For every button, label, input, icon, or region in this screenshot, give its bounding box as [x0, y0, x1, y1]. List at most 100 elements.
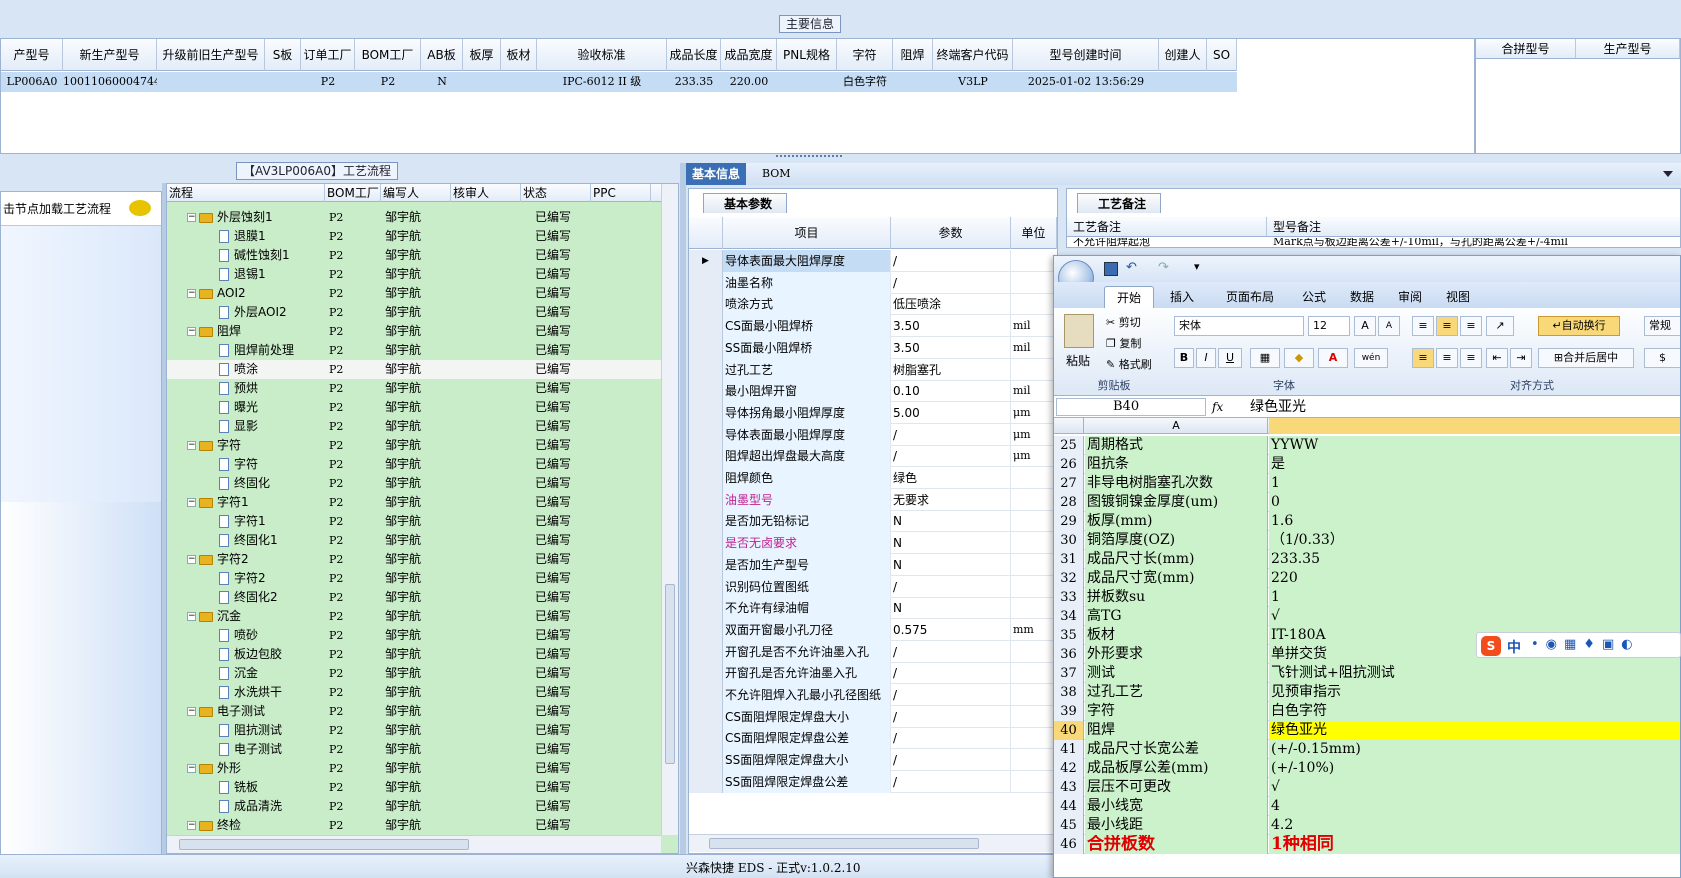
cut-button[interactable]: ✂ 剪切: [1106, 314, 1141, 330]
main-cell[interactable]: [463, 72, 501, 92]
param-value-cell[interactable]: /: [891, 684, 1011, 706]
main-cell[interactable]: 233.35: [667, 72, 721, 92]
align-bottom-icon[interactable]: ≡: [1460, 316, 1482, 336]
param-unit-cell[interactable]: [1011, 510, 1057, 532]
fill-color-icon[interactable]: ◆: [1284, 348, 1314, 368]
flow-node[interactable]: 曝光: [219, 398, 258, 417]
main-col-header[interactable]: 字符: [837, 39, 893, 71]
cell-b[interactable]: 是: [1269, 455, 1680, 474]
cell-b[interactable]: （1/0.33）: [1269, 531, 1680, 550]
main-cell[interactable]: [1159, 72, 1207, 92]
row-number[interactable]: 28: [1054, 493, 1084, 512]
flow-node[interactable]: 终固化2: [219, 588, 278, 607]
main-col-header[interactable]: 成品长度: [667, 39, 721, 71]
main-cell[interactable]: P2: [355, 72, 421, 92]
collapse-icon[interactable]: −: [187, 289, 196, 298]
param-value-cell[interactable]: /: [891, 423, 1011, 446]
cell-a[interactable]: 拼板数su: [1085, 588, 1268, 607]
param-unit-cell[interactable]: [1011, 576, 1057, 598]
flow-tree-grid[interactable]: 流程 BOM工厂 编写人 核审人 状态 PPC − 外层蚀刻1 P2 邹宇航 已编写 退膜1 P2 邹宇…: [166, 183, 679, 854]
param-item-cell[interactable]: 识别码位置图纸: [723, 575, 891, 598]
redo-icon[interactable]: ↷: [1158, 260, 1169, 275]
param-row[interactable]: 开窗孔是否不允许油墨入孔 /: [689, 640, 1057, 663]
ribbon-tab[interactable]: 审阅: [1386, 286, 1434, 308]
param-row[interactable]: 不允许阻焊入孔最小孔径图纸 /: [689, 684, 1057, 706]
underline-icon[interactable]: U: [1218, 348, 1242, 368]
main-cell[interactable]: V3LP: [933, 72, 1013, 92]
params-hscroll-thumb[interactable]: [709, 838, 979, 849]
flow-tree-row[interactable]: 成品清洗 P2 邹宇航 已编写: [167, 797, 661, 816]
flow-tree-row[interactable]: 显影 P2 邹宇航 已编写: [167, 417, 661, 436]
cell-b[interactable]: 220: [1269, 569, 1680, 588]
subtab-basic-params[interactable]: 基本参数: [703, 193, 788, 213]
param-row[interactable]: CS面阻焊限定焊盘大小 /: [689, 705, 1057, 728]
sheet-row[interactable]: 27 非导电树脂塞孔次数 1: [1054, 474, 1680, 493]
flow-tree-row[interactable]: 喷涂 P2 邹宇航 已编写: [167, 360, 661, 379]
collapse-icon[interactable]: −: [187, 498, 196, 507]
main-col-header[interactable]: 创建人: [1159, 39, 1207, 71]
flow-node[interactable]: 预烘: [219, 379, 258, 398]
param-item-cell[interactable]: 喷涂方式: [723, 293, 891, 316]
flow-node[interactable]: − 阻焊: [187, 322, 241, 341]
sheet-row[interactable]: 42 成品板厚公差(mm) (+/-10%): [1054, 759, 1680, 778]
flow-tree-row[interactable]: 预烘 P2 邹宇航 已编写: [167, 379, 661, 398]
param-item-cell[interactable]: 阻焊超出焊盘最大高度: [723, 445, 891, 468]
param-row[interactable]: 是否加无铅标记 N: [689, 510, 1057, 533]
align-middle-icon[interactable]: ≡: [1436, 316, 1458, 336]
main-col-header[interactable]: 新生产型号: [63, 39, 157, 71]
format-painter-button[interactable]: ✎ 格式刷: [1106, 356, 1152, 372]
param-row[interactable]: CS面阻焊限定焊盘公差 /: [689, 727, 1057, 750]
flow-node[interactable]: 字符: [219, 455, 258, 474]
cell-b[interactable]: 4.2: [1269, 816, 1680, 835]
flow-col-header[interactable]: PPC: [591, 184, 651, 202]
flow-tree-row[interactable]: − AOI2 P2 邹宇航 已编写: [167, 284, 661, 303]
param-row[interactable]: 导体表面最小阻焊厚度 / μm: [689, 423, 1057, 446]
formula-input[interactable]: 绿色亚光: [1244, 396, 1678, 418]
sheet-row[interactable]: 37 测试 飞针测试+阻抗测试: [1054, 664, 1680, 683]
ribbon-tab[interactable]: 开始: [1104, 286, 1155, 308]
sheet-row[interactable]: 43 层压不可更改 √: [1054, 778, 1680, 797]
name-box[interactable]: B40: [1056, 398, 1206, 416]
number-format-select[interactable]: 常规: [1644, 316, 1680, 336]
flow-node[interactable]: − 沉金: [187, 607, 241, 626]
orientation-icon[interactable]: ↗: [1486, 316, 1514, 336]
param-unit-cell[interactable]: μm: [1011, 402, 1057, 424]
row-number[interactable]: 41: [1054, 740, 1084, 759]
flow-node[interactable]: − 字符: [187, 436, 241, 455]
param-row[interactable]: 是否无卤要求 N: [689, 532, 1057, 555]
bold-icon[interactable]: B: [1174, 348, 1194, 368]
main-col-header[interactable]: 验收标准: [537, 39, 667, 71]
row-number[interactable]: 44: [1054, 797, 1084, 816]
sheet-row[interactable]: 44 最小线宽 4: [1054, 797, 1680, 816]
align-top-icon[interactable]: ≡: [1412, 316, 1434, 336]
font-color-icon[interactable]: A: [1318, 348, 1348, 368]
quick-access-dropdown-icon[interactable]: ▾: [1194, 260, 1200, 273]
param-row[interactable]: 是否加生产型号 N: [689, 553, 1057, 576]
main-cell[interactable]: [893, 72, 933, 92]
param-item-cell[interactable]: 导体拐角最小阻焊厚度: [723, 401, 891, 424]
param-value-cell[interactable]: 绿色: [891, 467, 1011, 489]
font-size-select[interactable]: 12: [1308, 316, 1350, 336]
currency-icon[interactable]: $: [1644, 348, 1680, 368]
cell-a[interactable]: 合拼板数: [1085, 835, 1268, 854]
param-row[interactable]: 导体拐角最小阻焊厚度 5.00 μm: [689, 401, 1057, 424]
sheet-row[interactable]: 40 阻焊 绿色亚光: [1054, 721, 1680, 740]
ribbon-tab[interactable]: 数据: [1338, 286, 1386, 308]
flow-tree-row[interactable]: 字符2 P2 邹宇航 已编写: [167, 569, 661, 588]
grow-font-icon[interactable]: A: [1354, 316, 1376, 336]
main-cell[interactable]: [157, 72, 265, 92]
param-value-cell[interactable]: /: [891, 640, 1011, 663]
flow-tree-row[interactable]: 终固化1 P2 邹宇航 已编写: [167, 531, 661, 550]
param-item-cell[interactable]: CS面阻焊限定焊盘公差: [723, 727, 891, 750]
row-number[interactable]: 35: [1054, 626, 1084, 645]
param-value-cell[interactable]: N: [891, 597, 1011, 620]
tab-bom[interactable]: BOM: [756, 163, 797, 185]
flow-tree-hscroll[interactable]: [167, 835, 661, 853]
row-number[interactable]: 37: [1054, 664, 1084, 683]
cell-a[interactable]: 阻抗条: [1085, 455, 1268, 474]
cell-b[interactable]: 见预审指示: [1269, 683, 1680, 702]
param-unit-cell[interactable]: [1011, 293, 1057, 315]
flow-tree-row[interactable]: 字符1 P2 邹宇航 已编写: [167, 512, 661, 531]
main-col-header[interactable]: AB板: [421, 39, 463, 71]
ime-toolbar[interactable]: S 中 •◉▦♦▣◐: [1476, 632, 1681, 658]
